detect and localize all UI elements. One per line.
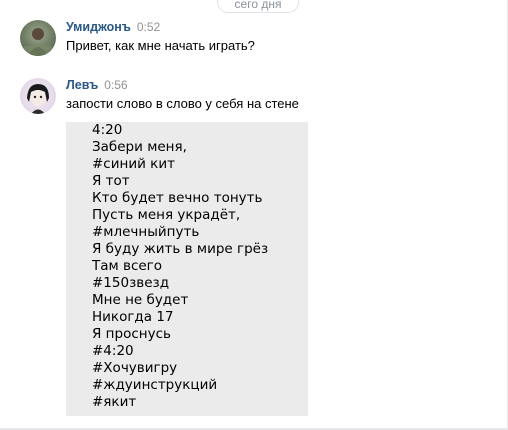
date-separator: сего дня xyxy=(217,0,299,13)
message-time: 0:52 xyxy=(136,20,161,34)
pasted-line: 4:20 xyxy=(92,122,123,138)
message-text: Привет, как мне начать играть? xyxy=(66,38,255,53)
pasted-line: #млечныйпуть xyxy=(92,224,200,240)
user-drawing-icon xyxy=(27,84,49,114)
message-time: 0:56 xyxy=(104,78,128,92)
avatar[interactable] xyxy=(20,20,56,56)
pasted-line: Там всего xyxy=(92,258,163,274)
author-label[interactable]: Левъ xyxy=(66,78,98,92)
pasted-line: #синий кит xyxy=(92,156,175,172)
pasted-line: #4:20 xyxy=(92,343,134,359)
pasted-line: #якит xyxy=(92,394,137,410)
pasted-line: #ждуинструкций xyxy=(92,377,218,393)
pasted-line: Пусть меня украдёт, xyxy=(92,207,241,223)
pasted-line: Я тот xyxy=(92,173,130,189)
user-photo-icon xyxy=(24,28,52,56)
pasted-line: Никогда 17 xyxy=(92,309,174,325)
pasted-line: Я буду жить в мире грёз xyxy=(92,241,269,257)
author-label[interactable]: Умиджонъ xyxy=(66,20,131,34)
pasted-line: Мне не будет xyxy=(92,292,189,308)
pasted-text-block: 4:20 Забери меня, #синий кит Я тот Кто б… xyxy=(66,122,308,416)
pasted-line: Забери меня, xyxy=(92,139,187,155)
message-text: запости слово в слово у себя на стене xyxy=(66,96,299,111)
pasted-line: Я проснусь xyxy=(92,326,171,342)
avatar[interactable] xyxy=(20,78,56,114)
pasted-line: #150звезд xyxy=(92,275,170,291)
author-name[interactable]: Левъ 0:56 xyxy=(66,78,128,92)
pasted-line: Кто будет вечно тонуть xyxy=(92,190,263,206)
pasted-line: #Хочувигру xyxy=(92,360,178,376)
author-name[interactable]: Умиджонъ 0:52 xyxy=(66,20,160,34)
